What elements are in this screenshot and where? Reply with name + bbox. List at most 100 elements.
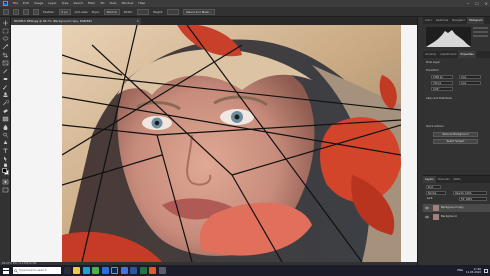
edge-icon[interactable] (82, 267, 90, 274)
taskbar-search-input[interactable]: Type here to search (13, 267, 61, 274)
tab-libraries[interactable]: Libraries (423, 51, 438, 58)
menu-3d[interactable]: 3D (100, 0, 104, 7)
pen-tool-icon[interactable] (2, 140, 9, 146)
style-select[interactable]: Normal (103, 8, 120, 15)
menu-window[interactable]: Window (122, 0, 134, 7)
photoshop-icon[interactable] (111, 267, 118, 274)
clock-date: 11-03-2022 (465, 270, 481, 274)
tab-adjustments[interactable]: Adjustments (438, 51, 458, 58)
blur-tool-icon[interactable] (2, 124, 9, 131)
word-icon[interactable] (130, 267, 137, 274)
store-icon[interactable] (120, 267, 128, 274)
canvas-left-margin (11, 25, 62, 262)
height-field[interactable]: 720 px (431, 81, 453, 85)
menu-filter[interactable]: Filter (88, 0, 95, 7)
visibility-eye-icon[interactable] (425, 215, 429, 219)
document-tab[interactable]: MODELS NEW.jpg @ 66.7% (Background copy,… (11, 18, 141, 25)
tab-layers[interactable]: Layers (423, 176, 436, 183)
new-selection-icon[interactable] (23, 8, 29, 15)
maximize-button[interactable]: ☐ (475, 0, 479, 7)
history-brush-tool-icon[interactable] (2, 99, 10, 106)
width-field[interactable]: 1280 px (431, 75, 453, 79)
feather-label: Feather: (43, 9, 55, 14)
tab-navigator[interactable]: Navigator (450, 17, 467, 24)
tab-swatches[interactable]: Swatches (434, 17, 450, 24)
marquee-tool-icon[interactable] (2, 28, 9, 34)
tab-color[interactable]: Color (423, 17, 434, 24)
menu-help[interactable]: Help (138, 0, 145, 7)
windows-start-icon[interactable] (3, 267, 9, 274)
layer-kind-filter[interactable]: Kind (426, 185, 441, 189)
file-explorer-icon[interactable] (73, 267, 80, 274)
quick-mask-icon[interactable] (2, 179, 9, 185)
height-input[interactable] (167, 8, 180, 15)
settings-icon[interactable] (158, 267, 166, 274)
menu-file[interactable]: File (13, 0, 18, 7)
right-panels: Color Swatches Navigator Histogram Libra… (423, 17, 490, 265)
photoshop-logo: Ps (3, 1, 8, 6)
tools-panel (0, 17, 11, 265)
style-label: Style: (91, 9, 100, 14)
minimize-button[interactable]: ─ (467, 0, 469, 7)
tab-channels[interactable]: Channels (436, 176, 452, 183)
quick-selection-tool-icon[interactable] (2, 44, 9, 50)
histogram-controls (473, 27, 488, 47)
fill-field[interactable]: Fill: 100% (459, 197, 487, 201)
layer-row[interactable]: Background (423, 213, 490, 221)
brush-tool-icon[interactable] (2, 84, 9, 90)
visibility-eye-icon[interactable] (425, 206, 429, 210)
move-tool-icon[interactable] (2, 20, 9, 26)
document-tab-title: MODELS NEW.jpg @ 66.7% (Background copy,… (14, 19, 92, 23)
lock-label: Lock: (427, 197, 434, 200)
language-indicator[interactable]: ENG (457, 269, 463, 272)
media-icon[interactable] (149, 267, 156, 274)
type-tool-icon[interactable] (2, 148, 9, 154)
excel-icon[interactable] (139, 267, 147, 274)
width-input[interactable] (136, 8, 149, 15)
menu-layer[interactable]: Layer (48, 0, 56, 7)
menu-edit[interactable]: Edit (23, 0, 29, 7)
foreground-color-swatch[interactable] (2, 168, 7, 173)
eraser-tool-icon[interactable] (2, 108, 9, 114)
menu-select[interactable]: Select (74, 0, 83, 7)
layer-row[interactable]: Background copy (423, 204, 490, 212)
lasso-tool-icon[interactable] (2, 36, 9, 42)
search-placeholder: Type here to search (19, 268, 47, 272)
crop-tool-icon[interactable] (2, 52, 9, 58)
blend-mode-select[interactable]: Normal (426, 191, 446, 195)
eyedropper-tool-icon[interactable] (2, 68, 9, 74)
y-field[interactable]: 0 px (459, 81, 481, 85)
task-view-icon[interactable] (63, 267, 71, 274)
angle-field[interactable]: 0.00° (431, 87, 453, 91)
feather-input[interactable]: 0 px (58, 8, 71, 15)
screen-mode-icon[interactable] (2, 187, 9, 193)
select-subject-button[interactable]: Select Subject (433, 139, 478, 144)
close-tab-icon[interactable]: × (137, 18, 139, 25)
opacity-field[interactable]: Opacity: 100% (453, 191, 487, 195)
taskbar-clock[interactable]: 17:46 11-03-2022 (466, 268, 481, 274)
select-and-mask-button[interactable]: Select and Mask... (183, 8, 215, 15)
mail-icon[interactable] (101, 267, 109, 274)
add-selection-icon[interactable] (33, 8, 39, 15)
frame-tool-icon[interactable] (2, 60, 9, 66)
healing-brush-tool-icon[interactable] (2, 76, 9, 82)
marquee-tool-preset-icon[interactable] (13, 8, 19, 15)
close-window-button[interactable]: ✕ (485, 0, 488, 7)
menu-type[interactable]: Type (62, 0, 69, 7)
tab-properties[interactable]: Properties (458, 51, 476, 58)
tab-histogram[interactable]: Histogram (466, 17, 485, 24)
canvas-photo[interactable] (62, 25, 401, 262)
home-icon[interactable] (3, 8, 9, 15)
gradient-tool-icon[interactable] (2, 116, 9, 122)
canvas-area[interactable] (11, 25, 417, 262)
dodge-tool-icon[interactable] (2, 132, 9, 138)
notification-icon[interactable] (484, 268, 488, 273)
clone-stamp-tool-icon[interactable] (2, 92, 9, 98)
chrome-icon[interactable] (92, 267, 99, 274)
anti-alias-checkbox[interactable]: Anti-alias (75, 10, 88, 14)
remove-background-button[interactable]: Remove Background (433, 132, 478, 137)
menu-image[interactable]: Image (34, 0, 43, 7)
tab-paths[interactable]: Paths (452, 176, 463, 183)
x-field[interactable]: 0 px (459, 75, 481, 79)
menu-view[interactable]: View (109, 0, 116, 7)
